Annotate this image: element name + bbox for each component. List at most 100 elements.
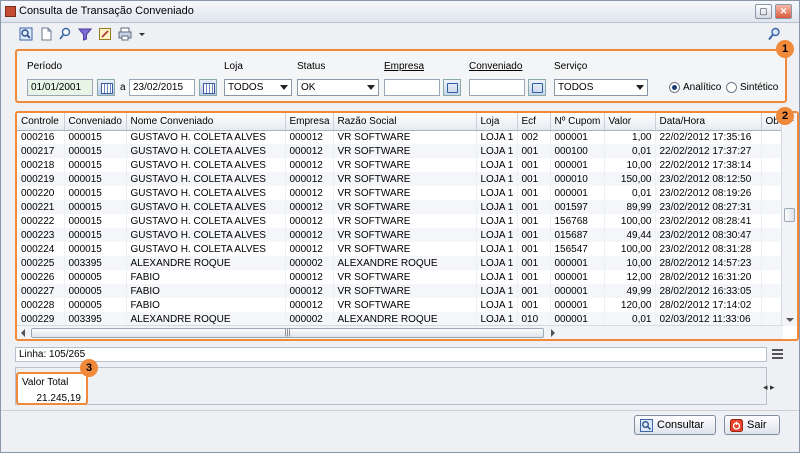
column-header[interactable]: Loja [476, 113, 518, 131]
table-cell: VR SOFTWARE [333, 186, 477, 200]
column-header[interactable]: Nº Cupom [550, 113, 605, 131]
chevron-down-icon [280, 85, 288, 90]
exit-icon [730, 419, 743, 432]
table-cell: 23/02/2012 08:27:31 [655, 200, 762, 214]
table-cell: 0,01 [604, 312, 656, 326]
table-row[interactable]: 000228 000005 FABIO 000012 VR SOFTWARE LOJA 1… [17, 298, 782, 312]
search-key-icon[interactable] [767, 27, 781, 41]
scroll-down-icon[interactable] [786, 318, 794, 322]
table-cell: 000221 [17, 200, 65, 214]
totals-scroll-arrows-icon[interactable]: ◂ ▸ [763, 382, 775, 393]
table-row[interactable]: 000221 000015 GUSTAVO H. COLETA ALVES 00001… [17, 200, 782, 214]
empresa-label[interactable]: Empresa [384, 61, 424, 72]
sair-button[interactable]: Sair [724, 415, 780, 435]
table-cell-empty [761, 144, 782, 158]
close-window-button[interactable]: ✕ [775, 4, 792, 19]
scroll-right-icon[interactable] [551, 329, 555, 337]
calendar-from-button[interactable] [97, 79, 115, 96]
new-document-icon[interactable] [39, 27, 53, 41]
sair-label: Sair [747, 419, 767, 431]
empresa-field[interactable] [384, 79, 440, 96]
table-row[interactable]: 000223 000015 GUSTAVO H. COLETA ALVES 00001… [17, 228, 782, 242]
conveniado-label[interactable]: Conveniado [469, 61, 522, 72]
column-header[interactable]: Conveniado [64, 113, 127, 131]
table-cell: ALEXANDRE ROQUE [126, 256, 286, 270]
table-row[interactable]: 000216 000015 GUSTAVO H. COLETA ALVES 00001… [17, 130, 782, 144]
column-header[interactable]: Ecf [517, 113, 551, 131]
date-from-field[interactable]: 01/01/2001 [27, 79, 93, 96]
table-row[interactable]: 000218 000015 GUSTAVO H. COLETA ALVES 00001… [17, 158, 782, 172]
table-row[interactable]: 000217 000015 GUSTAVO H. COLETA ALVES 00001… [17, 144, 782, 158]
search-icon[interactable] [19, 27, 33, 41]
table-cell: 000015 [64, 158, 127, 172]
table-cell: LOJA 1 [476, 228, 518, 242]
table-row[interactable]: 000229 003395 ALEXANDRE ROQUE 000002 ALEXAND… [17, 312, 782, 326]
calendar-to-button[interactable] [199, 79, 217, 96]
maximize-button[interactable]: ▢ [755, 4, 772, 19]
sintetico-label[interactable]: Sintético [740, 82, 778, 93]
loja-value: TODOS [228, 82, 264, 93]
table-cell: 001 [517, 284, 551, 298]
table-row[interactable]: 000225 003395 ALEXANDRE ROQUE 000002 ALEXAND… [17, 256, 782, 270]
periodo-label: Período [27, 61, 63, 72]
menu-lines-icon[interactable] [772, 349, 783, 359]
sintetico-radio[interactable] [726, 82, 737, 93]
date-to-field[interactable]: 23/02/2015 [129, 79, 195, 96]
filter-icon[interactable] [78, 27, 92, 41]
table-cell: LOJA 1 [476, 200, 518, 214]
scroll-left-icon[interactable] [21, 329, 25, 337]
column-header[interactable]: Nome Conveniado [126, 113, 286, 131]
analitico-radio[interactable] [669, 82, 680, 93]
table-cell: 000012 [285, 144, 334, 158]
column-header[interactable]: Empresa [285, 113, 334, 131]
table-cell: LOJA 1 [476, 312, 518, 326]
table-cell: GUSTAVO H. COLETA ALVES [126, 186, 286, 200]
consultar-icon [640, 419, 653, 432]
table-row[interactable]: 000220 000015 GUSTAVO H. COLETA ALVES 00001… [17, 186, 782, 200]
column-header[interactable]: Razão Social [333, 113, 477, 131]
divider [1, 410, 799, 411]
table-cell: 000015 [64, 228, 127, 242]
conveniado-field[interactable] [469, 79, 525, 96]
column-header[interactable]: Controle [17, 113, 65, 131]
table-cell: 000012 [285, 186, 334, 200]
analitico-label[interactable]: Analítico [683, 82, 721, 93]
table-cell: FABIO [126, 298, 286, 312]
table-cell: 12,00 [604, 270, 656, 284]
dropdown-arrow-icon[interactable] [135, 27, 145, 41]
consultar-button[interactable]: Consultar [634, 415, 716, 435]
table-row[interactable]: 000219 000015 GUSTAVO H. COLETA ALVES 00001… [17, 172, 782, 186]
table-cell: 000226 [17, 270, 65, 284]
table-cell: LOJA 1 [476, 172, 518, 186]
table-row[interactable]: 000227 000005 FABIO 000012 VR SOFTWARE LOJA 1… [17, 284, 782, 298]
print-icon[interactable] [118, 27, 132, 41]
table-cell: 23/02/2012 08:30:47 [655, 228, 762, 242]
horizontal-scroll-thumb[interactable]: ||| [31, 328, 544, 338]
table-cell: 22/02/2012 17:35:16 [655, 130, 762, 144]
table-cell: 001 [517, 214, 551, 228]
table-cell: 001 [517, 144, 551, 158]
vertical-scroll-thumb[interactable] [784, 208, 795, 222]
table-cell-empty [761, 284, 782, 298]
loja-select[interactable]: TODOS [224, 79, 292, 96]
servico-select[interactable]: TODOS [554, 79, 648, 96]
table-row[interactable]: 000222 000015 GUSTAVO H. COLETA ALVES 00001… [17, 214, 782, 228]
key-search-icon[interactable] [58, 27, 72, 41]
column-header[interactable]: Data/Hora [655, 113, 762, 131]
horizontal-scrollbar[interactable]: ||| [17, 325, 783, 339]
table-cell: 89,99 [604, 200, 656, 214]
table-row[interactable]: 000224 000015 GUSTAVO H. COLETA ALVES 00001… [17, 242, 782, 256]
conveniado-lookup-button[interactable] [528, 79, 546, 96]
table-cell-empty [761, 172, 782, 186]
table-cell: ALEXANDRE ROQUE [126, 312, 286, 326]
column-header[interactable]: Valor [604, 113, 656, 131]
empresa-lookup-button[interactable] [443, 79, 461, 96]
table-row[interactable]: 000226 000005 FABIO 000012 VR SOFTWARE LOJA 1… [17, 270, 782, 284]
table-cell: VR SOFTWARE [333, 298, 477, 312]
table-cell: 001 [517, 200, 551, 214]
table-cell: GUSTAVO H. COLETA ALVES [126, 144, 286, 158]
status-select[interactable]: OK [297, 79, 379, 96]
vertical-scrollbar[interactable] [781, 113, 797, 326]
edit-icon[interactable] [98, 27, 112, 41]
table-cell: 28/02/2012 14:57:23 [655, 256, 762, 270]
